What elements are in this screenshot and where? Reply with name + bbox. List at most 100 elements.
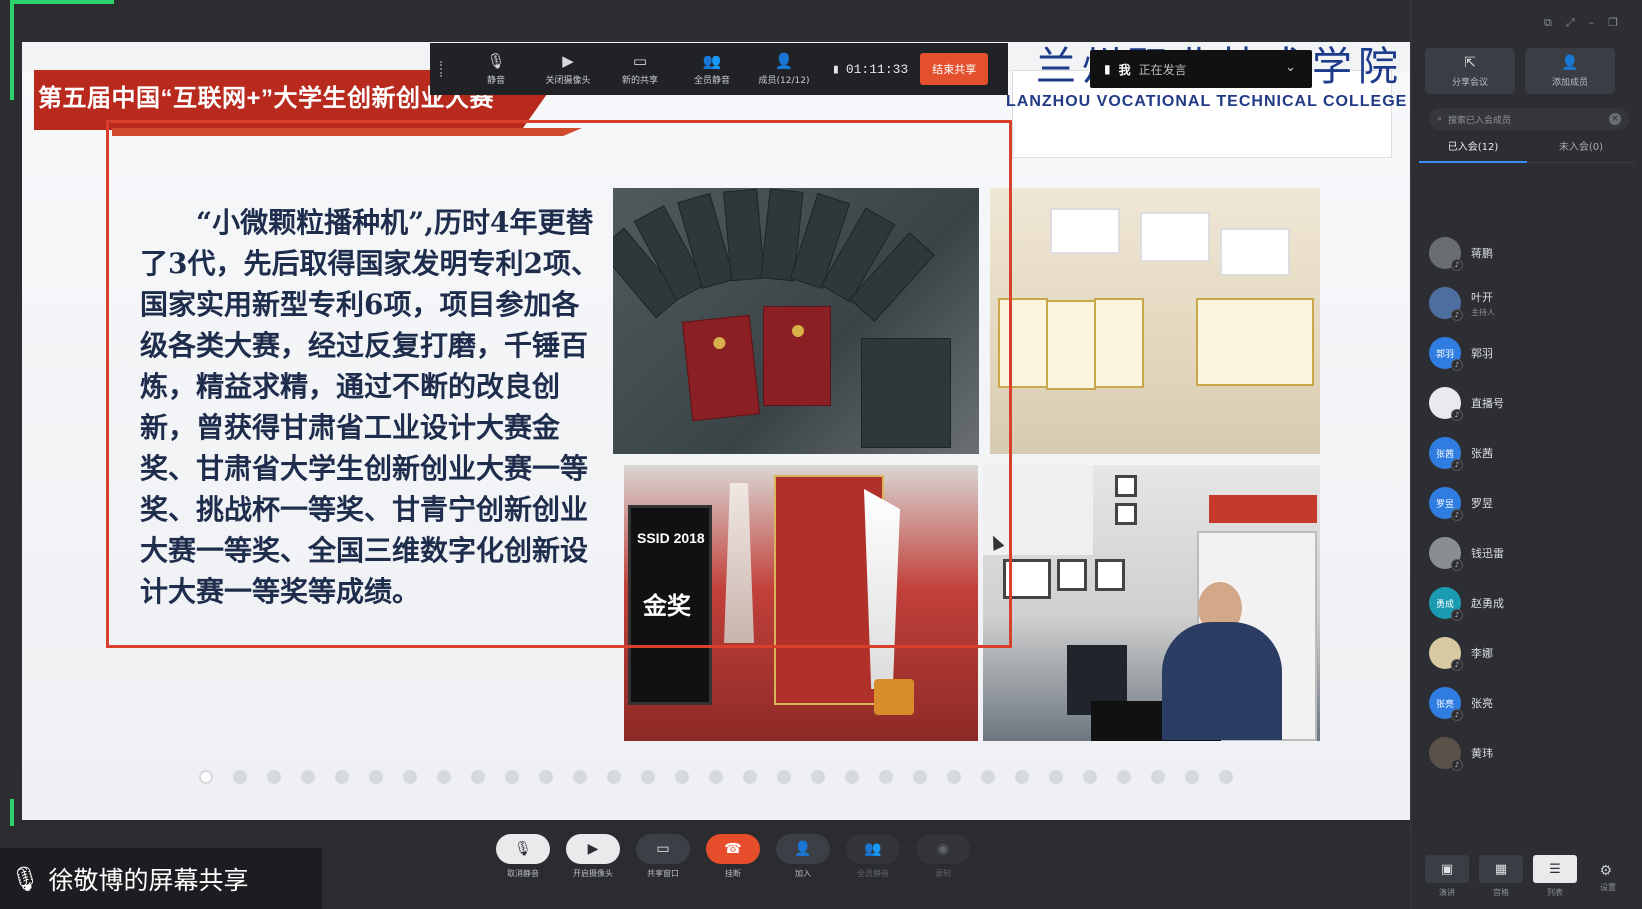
share-toolbar-item[interactable]: 👥 全员静音: [676, 53, 748, 86]
member-info: 张茜: [1471, 445, 1493, 461]
active-speaker-indicator[interactable]: ▮ 我 正在发言 ⌄: [1090, 50, 1312, 88]
slide-dot[interactable]: [1117, 770, 1131, 784]
meeting-control[interactable]: 🎙 取消静音: [494, 834, 552, 879]
member-info: 黄玮: [1471, 745, 1493, 761]
share-icon: ⇱: [1464, 54, 1476, 71]
member-row[interactable]: ♪ 黄玮: [1429, 728, 1629, 778]
slide-dot[interactable]: [743, 770, 757, 784]
award-certificates-photo: [990, 188, 1320, 454]
avatar-initials: 张亮: [1435, 699, 1454, 710]
slide-dot[interactable]: [539, 770, 553, 784]
slide-title: 第五届中国“互联网+”大学生创新创业大赛: [38, 85, 495, 112]
member-search-input[interactable]: ⌕ 搜索已入会成员 ×: [1429, 108, 1629, 130]
share-toolbar-item[interactable]: 🎙 静音: [460, 53, 532, 86]
award-certificate-image: [1094, 298, 1144, 388]
slide-dot[interactable]: [1015, 770, 1029, 784]
slide-dot[interactable]: [777, 770, 791, 784]
view-icon: ▣: [1440, 861, 1454, 877]
slide-dot[interactable]: [505, 770, 519, 784]
slide-dot[interactable]: [1049, 770, 1063, 784]
mic-muted-icon: ♪: [1451, 609, 1463, 621]
member-row[interactable]: 勇成 ♪ 赵勇成: [1429, 578, 1629, 628]
meeting-control[interactable]: ▶ 开启摄像头: [564, 834, 622, 879]
drag-handle[interactable]: [440, 61, 446, 77]
slide-dot[interactable]: [607, 770, 621, 784]
slide-dot[interactable]: [675, 770, 689, 784]
member-row[interactable]: 罗昱 ♪ 罗昱: [1429, 478, 1629, 528]
slide-dot[interactable]: [369, 770, 383, 784]
view-button[interactable]: ▦ 宫格: [1479, 855, 1523, 897]
slide-dot[interactable]: [845, 770, 859, 784]
slide-dot[interactable]: [437, 770, 451, 784]
wall-frame: [1115, 503, 1137, 525]
view-button[interactable]: ☰ 列表: [1533, 855, 1577, 897]
slide-dot[interactable]: [267, 770, 281, 784]
slide-dot[interactable]: [403, 770, 417, 784]
slide-dot[interactable]: [233, 770, 247, 784]
member-row[interactable]: 张亮 ♪ 张亮: [1429, 678, 1629, 728]
avatar: ♪: [1429, 737, 1463, 771]
slide-dot[interactable]: [641, 770, 655, 784]
slide-dot[interactable]: [947, 770, 961, 784]
view-icon: ☰: [1549, 861, 1561, 877]
gear-icon[interactable]: ⚙: [1599, 863, 1612, 879]
share-toolbar-item[interactable]: 👤 成员(12/12): [748, 53, 820, 86]
view-switcher: ▣ 演讲 ▦ 宫格 ☰ 列表: [1425, 855, 1577, 897]
member-name: 叶开: [1471, 290, 1493, 304]
slide-dot[interactable]: [301, 770, 315, 784]
member-row[interactable]: ♪ 蒋鹏: [1429, 228, 1629, 278]
share-meeting-button[interactable]: ⇱ 分享会议: [1425, 48, 1515, 94]
view-button[interactable]: ▣ 演讲: [1425, 855, 1469, 897]
slide-dot[interactable]: [1219, 770, 1233, 784]
slide-dot[interactable]: [1185, 770, 1199, 784]
popout-icon[interactable]: ⧉: [1544, 16, 1552, 30]
trophy-base: [874, 679, 914, 715]
meeting-control[interactable]: ☎ 挂断: [704, 834, 762, 879]
meeting-control[interactable]: 👤 加入: [774, 834, 832, 879]
slide-dot[interactable]: [199, 770, 213, 784]
member-row[interactable]: 郭羽 ♪ 郭羽: [1429, 328, 1629, 378]
member-row[interactable]: ♪ 李娜: [1429, 628, 1629, 678]
signal-icon: ▮: [832, 61, 840, 77]
member-row[interactable]: ♪ 叶开 主持人: [1429, 278, 1629, 328]
tab-not-joined[interactable]: 未入会(0): [1527, 138, 1635, 163]
share-toolbar-item[interactable]: ▶ 关闭摄像头: [532, 53, 604, 86]
slide-dot[interactable]: [981, 770, 995, 784]
view-label: 演讲: [1439, 888, 1455, 897]
avatar-initials: 罗昱: [1435, 499, 1454, 510]
meeting-control[interactable]: ▭ 共享窗口: [634, 834, 692, 879]
slide-dot[interactable]: [471, 770, 485, 784]
slide-dot[interactable]: [1083, 770, 1097, 784]
minimize-icon[interactable]: –: [1589, 16, 1595, 30]
slide-dot[interactable]: [913, 770, 927, 784]
award-certificate-image: [1050, 208, 1120, 254]
add-user-icon: 👤: [1561, 54, 1579, 71]
end-share-button[interactable]: 结束共享: [920, 53, 989, 85]
slide-dot[interactable]: [1151, 770, 1165, 784]
share-toolbar-items: 🎙 静音 ▶ 关闭摄像头 ▭ 新的共享 👥 全员静音 👤 成员(12/12): [460, 53, 820, 86]
award-certificate-image: [1140, 212, 1210, 262]
clear-icon[interactable]: ×: [1609, 113, 1621, 125]
slide-pagination[interactable]: [22, 770, 1410, 784]
view-icon: ▦: [1494, 861, 1508, 877]
slide-dot[interactable]: [879, 770, 893, 784]
restore-icon[interactable]: ❐: [1608, 16, 1618, 30]
slide-dot[interactable]: [709, 770, 723, 784]
member-info: 蒋鹏: [1471, 245, 1493, 261]
slide-dot[interactable]: [335, 770, 349, 784]
member-row[interactable]: 张茜 ♪ 张茜: [1429, 428, 1629, 478]
fullscreen-icon[interactable]: ⤢: [1566, 16, 1575, 30]
slide-dot[interactable]: [811, 770, 825, 784]
member-row[interactable]: ♪ 钱迅雷: [1429, 528, 1629, 578]
chevron-down-icon[interactable]: ⌄: [1285, 60, 1296, 75]
slide-dot[interactable]: [573, 770, 587, 784]
add-member-button[interactable]: 👤 添加成员: [1525, 48, 1615, 94]
share-owner-text: 徐敬博的屏幕共享: [48, 865, 249, 895]
member-row[interactable]: ♪ 直播号: [1429, 378, 1629, 428]
member-info: 李娜: [1471, 645, 1493, 661]
member-info: 罗昱: [1471, 495, 1493, 511]
tab-joined[interactable]: 已入会(12): [1419, 138, 1527, 163]
share-toolbar-item[interactable]: ▭ 新的共享: [604, 53, 676, 86]
mute-all-icon: 👥: [702, 51, 722, 70]
mic-muted-icon: ♪: [1451, 559, 1463, 571]
